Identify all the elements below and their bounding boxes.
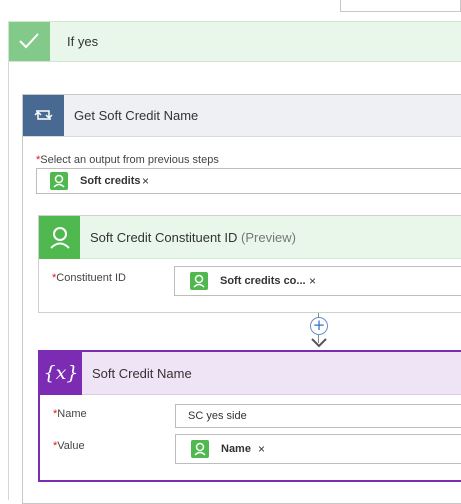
constituent-id-label: *Constituent ID (52, 272, 126, 284)
connector-icon (190, 272, 208, 290)
variable-title: Soft Credit Name (92, 366, 192, 381)
soft-credits-token: Soft credits (80, 175, 141, 187)
constituent-icon-tile (39, 216, 80, 259)
constituent-id-field[interactable]: Soft credits co... × (174, 266, 461, 296)
if-yes-title: If yes (67, 34, 99, 49)
preview-badge: (Preview) (241, 230, 296, 245)
remove-token-button[interactable]: × (309, 274, 316, 288)
checkmark-icon (19, 33, 39, 49)
name-input-value: SC yes side (188, 410, 247, 422)
add-step-button[interactable]: + (310, 317, 328, 335)
foreach-header[interactable]: Get Soft Credit Name (23, 95, 461, 137)
value-label-text: Value (57, 440, 85, 452)
connector-icon (191, 440, 209, 458)
constituent-title: Soft Credit Constituent ID (Preview) (90, 230, 296, 245)
if-yes-branch-header[interactable]: If yes (8, 21, 461, 62)
constituent-id-label-text: Constituent ID (56, 272, 126, 284)
soft-credits-constituent-token: Soft credits co... (220, 275, 306, 287)
name-label-text: Name (57, 408, 87, 420)
remove-token-button[interactable]: × (142, 174, 149, 188)
constituent-header[interactable]: Soft Credit Constituent ID (Preview) (39, 216, 461, 259)
soft-credit-constituent-id-action: Soft Credit Constituent ID (Preview) *Co… (38, 215, 461, 313)
name-token: Name (221, 443, 251, 455)
foreach-title: Get Soft Credit Name (74, 108, 199, 123)
loop-icon (34, 110, 53, 120)
value-label: *Value (53, 440, 85, 452)
variable-header[interactable]: {x} Soft Credit Name (40, 352, 461, 395)
if-yes-check-tile (9, 22, 50, 61)
select-output-label: *Select an output from previous steps (36, 154, 219, 166)
connector-icon (50, 227, 70, 249)
constituent-title-text: Soft Credit Constituent ID (90, 230, 238, 245)
variable-icon: {x} (40, 352, 82, 395)
select-output-field[interactable]: Soft credits × (36, 168, 461, 194)
remove-token-button[interactable]: × (258, 442, 265, 456)
name-input[interactable]: SC yes side (175, 404, 461, 428)
previous-card-edge (340, 0, 461, 12)
foreach-icon-tile (23, 95, 64, 136)
connector-icon (50, 172, 68, 190)
soft-credit-name-variable-action: {x} Soft Credit Name *Name SC yes side *… (38, 350, 461, 482)
arrow-down-icon (311, 338, 327, 348)
select-output-label-text: Select an output from previous steps (40, 154, 219, 166)
value-input[interactable]: Name × (175, 434, 461, 464)
name-label: *Name (53, 408, 87, 420)
